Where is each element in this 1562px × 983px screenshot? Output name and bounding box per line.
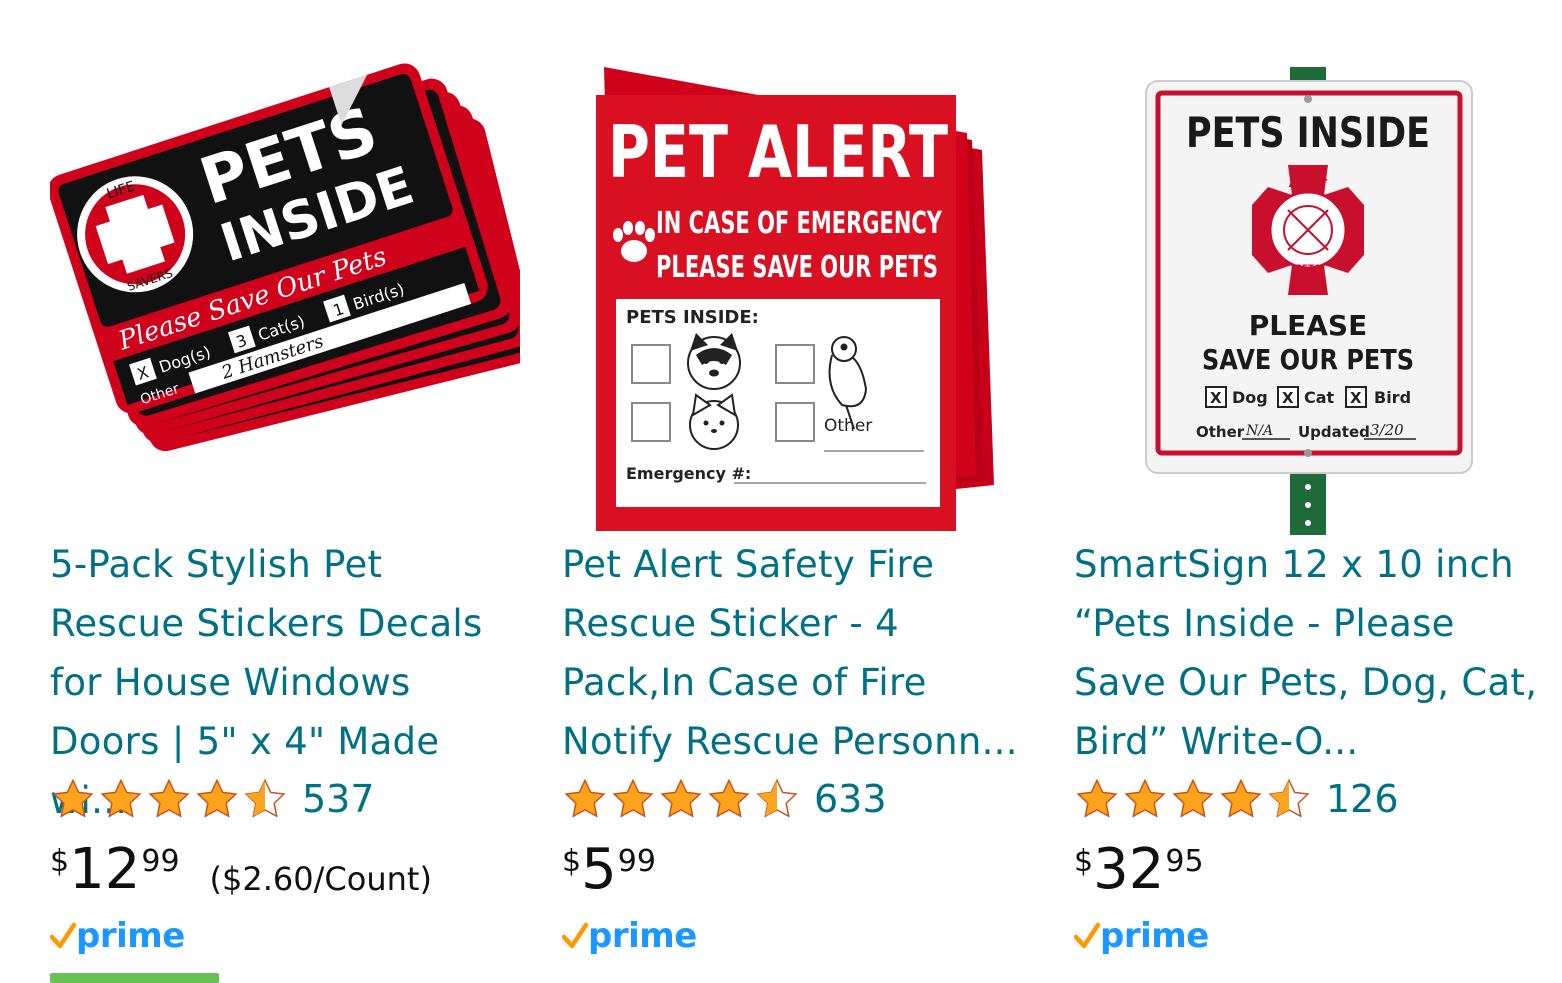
price-whole: 32	[1093, 837, 1165, 902]
prime-label: prime	[76, 916, 185, 956]
product-price: $ 12 99 ($2.60/Count)	[50, 838, 432, 902]
svg-text:Emergency #:: Emergency #:	[626, 464, 751, 483]
svg-text:Updated: Updated	[1298, 423, 1370, 441]
product-price: $ 5 99	[562, 838, 656, 902]
star-rating	[1074, 777, 1312, 821]
prime-label: prime	[588, 916, 697, 956]
star-rating	[562, 777, 800, 821]
svg-text:Dog: Dog	[1232, 388, 1268, 407]
product-image[interactable]: PETS INSIDE ALERT PETS INSIDE PLEASE SAV…	[1074, 55, 1544, 535]
price-fraction: 99	[141, 844, 180, 879]
svg-text:Bird: Bird	[1374, 388, 1411, 407]
product-card[interactable]: PET ALERT IN CASE OF EMERGENCY PLEASE SA…	[562, 0, 1032, 983]
svg-text:Other: Other	[1196, 423, 1245, 441]
svg-text:INSIDE: INSIDE	[1291, 274, 1325, 284]
review-count[interactable]: 126	[1326, 777, 1399, 821]
carousel-scroll-indicator[interactable]	[50, 973, 219, 983]
prime-badge: prime	[50, 912, 185, 960]
svg-text:IN CASE OF EMERGENCY: IN CASE OF EMERGENCY	[656, 206, 943, 241]
product-rating[interactable]: 633	[562, 773, 887, 825]
product-title-link[interactable]: Pet Alert Safety Fire Rescue Sticker - 4…	[562, 535, 1032, 771]
price-fraction: 99	[617, 844, 656, 879]
price-whole: 12	[69, 837, 141, 902]
product-rating[interactable]: 126	[1074, 773, 1399, 825]
review-count[interactable]: 537	[302, 777, 375, 821]
svg-text:SAVE OUR PETS: SAVE OUR PETS	[1202, 343, 1414, 376]
svg-text:PETS: PETS	[1295, 264, 1320, 274]
star-full-icon	[612, 778, 654, 818]
dog-icon	[687, 333, 741, 390]
product-price: $ 32 95	[1074, 838, 1204, 902]
product-title-link[interactable]: SmartSign 12 x 10 inch “Pets Inside - Pl…	[1074, 535, 1544, 771]
prime-label: prime	[1100, 916, 1209, 956]
svg-text:ALERT: ALERT	[1289, 177, 1328, 190]
star-full-icon	[564, 778, 606, 818]
price-whole: 5	[581, 837, 617, 902]
sticker-heading: PET ALERT	[608, 110, 948, 194]
star-full-icon	[1172, 778, 1214, 818]
star-full-icon	[1124, 778, 1166, 818]
star-half-icon	[1268, 778, 1310, 818]
product-card[interactable]: LIFE SAVERS PETS INSIDE Please Save Our …	[50, 0, 520, 983]
review-count[interactable]: 633	[814, 777, 887, 821]
product-image[interactable]: PET ALERT IN CASE OF EMERGENCY PLEASE SA…	[562, 55, 1032, 535]
star-half-icon	[756, 778, 798, 818]
cat-icon	[689, 393, 739, 450]
star-full-icon	[708, 778, 750, 818]
svg-text:PLEASE: PLEASE	[1249, 309, 1367, 342]
svg-text:X: X	[1210, 389, 1222, 407]
svg-text:Other: Other	[824, 416, 872, 436]
unit-price: ($2.60/Count)	[209, 860, 432, 898]
star-rating	[50, 777, 288, 821]
price-symbol: $	[1074, 844, 1094, 879]
sign-heading: PETS INSIDE	[1186, 108, 1430, 157]
prime-check-icon	[562, 922, 588, 949]
star-full-icon	[1076, 778, 1118, 818]
prime-check-icon	[1074, 922, 1100, 949]
product-image[interactable]: LIFE SAVERS PETS INSIDE Please Save Our …	[50, 55, 520, 535]
star-full-icon	[196, 778, 238, 818]
price-symbol: $	[562, 844, 582, 879]
svg-text:X: X	[1282, 389, 1294, 407]
svg-text:X: X	[1350, 389, 1362, 407]
price-fraction: 95	[1165, 844, 1204, 879]
svg-text:PLEASE SAVE OUR PETS: PLEASE SAVE OUR PETS	[656, 250, 938, 285]
svg-text:3/20: 3/20	[1370, 421, 1404, 439]
price-symbol: $	[50, 844, 70, 879]
star-full-icon	[52, 778, 94, 818]
star-full-icon	[100, 778, 142, 818]
svg-text:N/A: N/A	[1245, 423, 1273, 439]
prime-check-icon	[50, 922, 76, 949]
product-carousel: LIFE SAVERS PETS INSIDE Please Save Our …	[0, 0, 1562, 983]
svg-text:PETS INSIDE:: PETS INSIDE:	[626, 307, 759, 328]
star-full-icon	[148, 778, 190, 818]
svg-text:Cat: Cat	[1304, 388, 1335, 407]
product-rating[interactable]: 537	[50, 773, 375, 825]
prime-badge: prime	[1074, 912, 1209, 960]
product-card[interactable]: PETS INSIDE ALERT PETS INSIDE PLEASE SAV…	[1074, 0, 1544, 983]
prime-badge: prime	[562, 912, 697, 960]
star-full-icon	[1220, 778, 1262, 818]
star-full-icon	[660, 778, 702, 818]
star-half-icon	[244, 778, 286, 818]
